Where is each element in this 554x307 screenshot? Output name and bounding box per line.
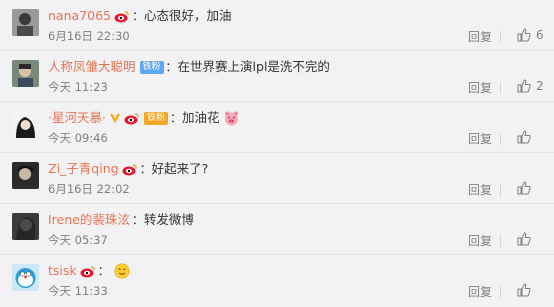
- like-button[interactable]: 6: [517, 27, 546, 43]
- weibo-red-icon: [124, 112, 140, 125]
- like-button[interactable]: 2: [517, 78, 546, 94]
- comment-text: 加油花: [181, 110, 220, 125]
- thumbs-up-icon: [517, 79, 531, 93]
- colon: ：: [131, 9, 144, 23]
- avatar[interactable]: [12, 9, 39, 36]
- username-link[interactable]: tsisk: [48, 262, 77, 280]
- verified-v-icon: [109, 112, 121, 124]
- fan-badge: 铁粉: [139, 60, 164, 74]
- reply-button[interactable]: 回复: [468, 283, 492, 300]
- avatar[interactable]: [12, 111, 39, 138]
- avatar[interactable]: [12, 264, 39, 291]
- like-count: 6: [536, 28, 544, 42]
- comment-list: nana7065 ： 心态很好，加油 6月16日 22:30 回复 6 人称凤雏…: [0, 0, 554, 307]
- like-button[interactable]: [517, 231, 546, 247]
- avatar[interactable]: [12, 60, 39, 87]
- divider: [500, 286, 501, 298]
- comment-row: Zi_子青qing ： 好起来了? 6月16日 22:02 回复: [0, 153, 554, 204]
- like-button[interactable]: [517, 180, 546, 196]
- reply-button[interactable]: 回复: [468, 28, 492, 45]
- like-button[interactable]: [517, 129, 546, 145]
- comment-text: 好起来了?: [151, 161, 209, 176]
- comment-row: 人称凤雏大聪明 铁粉 ： 在世界赛上演lpl是洗不完的 今天 11:23 回复 …: [0, 51, 554, 102]
- smile-emoji: [114, 263, 130, 279]
- comment-time: 6月16日 22:02: [48, 182, 130, 196]
- like-count: 2: [536, 79, 544, 93]
- reply-button[interactable]: 回复: [468, 232, 492, 249]
- colon: ：: [97, 264, 110, 278]
- pig-face-emoji: [224, 111, 239, 126]
- divider: [500, 235, 501, 247]
- reply-button[interactable]: 回复: [468, 130, 492, 147]
- thumbs-up-icon: [517, 283, 531, 297]
- thumbs-up-icon: [517, 181, 531, 195]
- reply-button[interactable]: 回复: [468, 181, 492, 198]
- comment-time: 今天 11:23: [48, 80, 108, 94]
- thumbs-up-icon: [517, 28, 531, 42]
- reply-button[interactable]: 回复: [468, 79, 492, 96]
- comment-row: nana7065 ： 心态很好，加油 6月16日 22:30 回复 6: [0, 0, 554, 51]
- divider: [500, 82, 501, 94]
- divider: [500, 31, 501, 43]
- comment-time: 6月16日 22:30: [48, 29, 130, 43]
- comment-text: 在世界赛上演lpl是洗不完的: [177, 59, 330, 74]
- colon: ：: [131, 213, 144, 227]
- weibo-red-icon: [80, 265, 96, 278]
- weibo-red-icon: [122, 163, 138, 176]
- comment-row: tsisk ： 今天 11:33 回复: [0, 255, 554, 306]
- like-button[interactable]: [517, 282, 546, 298]
- comment-row: ·星河天暴· 铁粉 ： 加油花 今天 09:46 回复: [0, 102, 554, 153]
- colon: ：: [165, 60, 178, 74]
- colon: ：: [169, 111, 182, 125]
- username-link[interactable]: nana7065: [48, 7, 111, 25]
- thumbs-up-icon: [517, 130, 531, 144]
- username-link[interactable]: ·星河天暴·: [48, 109, 106, 127]
- username-link[interactable]: 人称凤雏大聪明: [48, 58, 136, 76]
- comment-text: 心态很好，加油: [144, 8, 232, 23]
- divider: [500, 184, 501, 196]
- username-link[interactable]: Zi_子青qing: [48, 160, 119, 178]
- avatar[interactable]: [12, 162, 39, 189]
- comment-text: 转发微博: [143, 212, 194, 227]
- colon: ：: [139, 162, 152, 176]
- avatar[interactable]: [12, 213, 39, 240]
- comment-time: 今天 05:37: [48, 233, 108, 247]
- comment-time: 今天 11:33: [48, 284, 108, 298]
- fan-badge: 铁粉: [143, 111, 168, 125]
- divider: [500, 133, 501, 145]
- weibo-red-icon: [114, 10, 130, 23]
- username-link[interactable]: Irene的裴珠泫: [48, 211, 130, 229]
- comment-time: 今天 09:46: [48, 131, 108, 145]
- comment-row: Irene的裴珠泫 ： 转发微博 今天 05:37 回复: [0, 204, 554, 255]
- thumbs-up-icon: [517, 232, 531, 246]
